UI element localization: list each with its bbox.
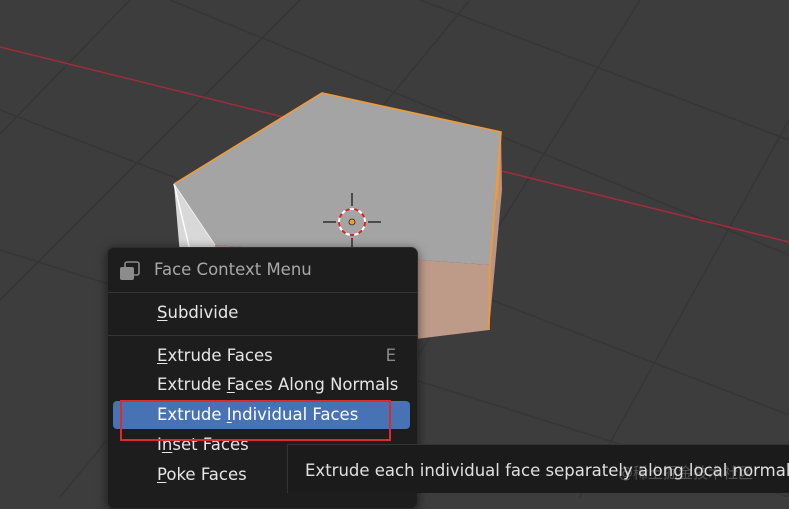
menu-title: Face Context Menu xyxy=(154,260,312,279)
menu-item-label: Poke Faces xyxy=(157,465,247,484)
menu-header: Face Context Menu xyxy=(108,248,417,292)
menu-divider xyxy=(108,335,417,336)
cube-menu-icon xyxy=(120,261,140,280)
menu-item-extrude-faces[interactable]: Extrude Faces E xyxy=(113,342,410,370)
menu-divider xyxy=(108,292,417,293)
menu-item-label: Subdivide xyxy=(157,303,239,322)
menu-item-label: Extrude Faces Along Normals xyxy=(157,375,399,394)
menu-item-tooltip: Extrude each individual face separately … xyxy=(287,444,789,493)
menu-item-subdivide[interactable]: Subdivide xyxy=(113,299,410,327)
menu-item-label: Extrude Faces xyxy=(157,346,273,365)
annotation-highlight-box xyxy=(120,400,391,441)
menu-item-extrude-faces-along-normals[interactable]: Extrude Faces Along Normals xyxy=(113,371,410,399)
watermark-text: @稀土掘金技术社区 xyxy=(618,464,754,482)
object-origin-dot xyxy=(348,218,356,226)
shortcut-hint: E xyxy=(385,346,396,365)
